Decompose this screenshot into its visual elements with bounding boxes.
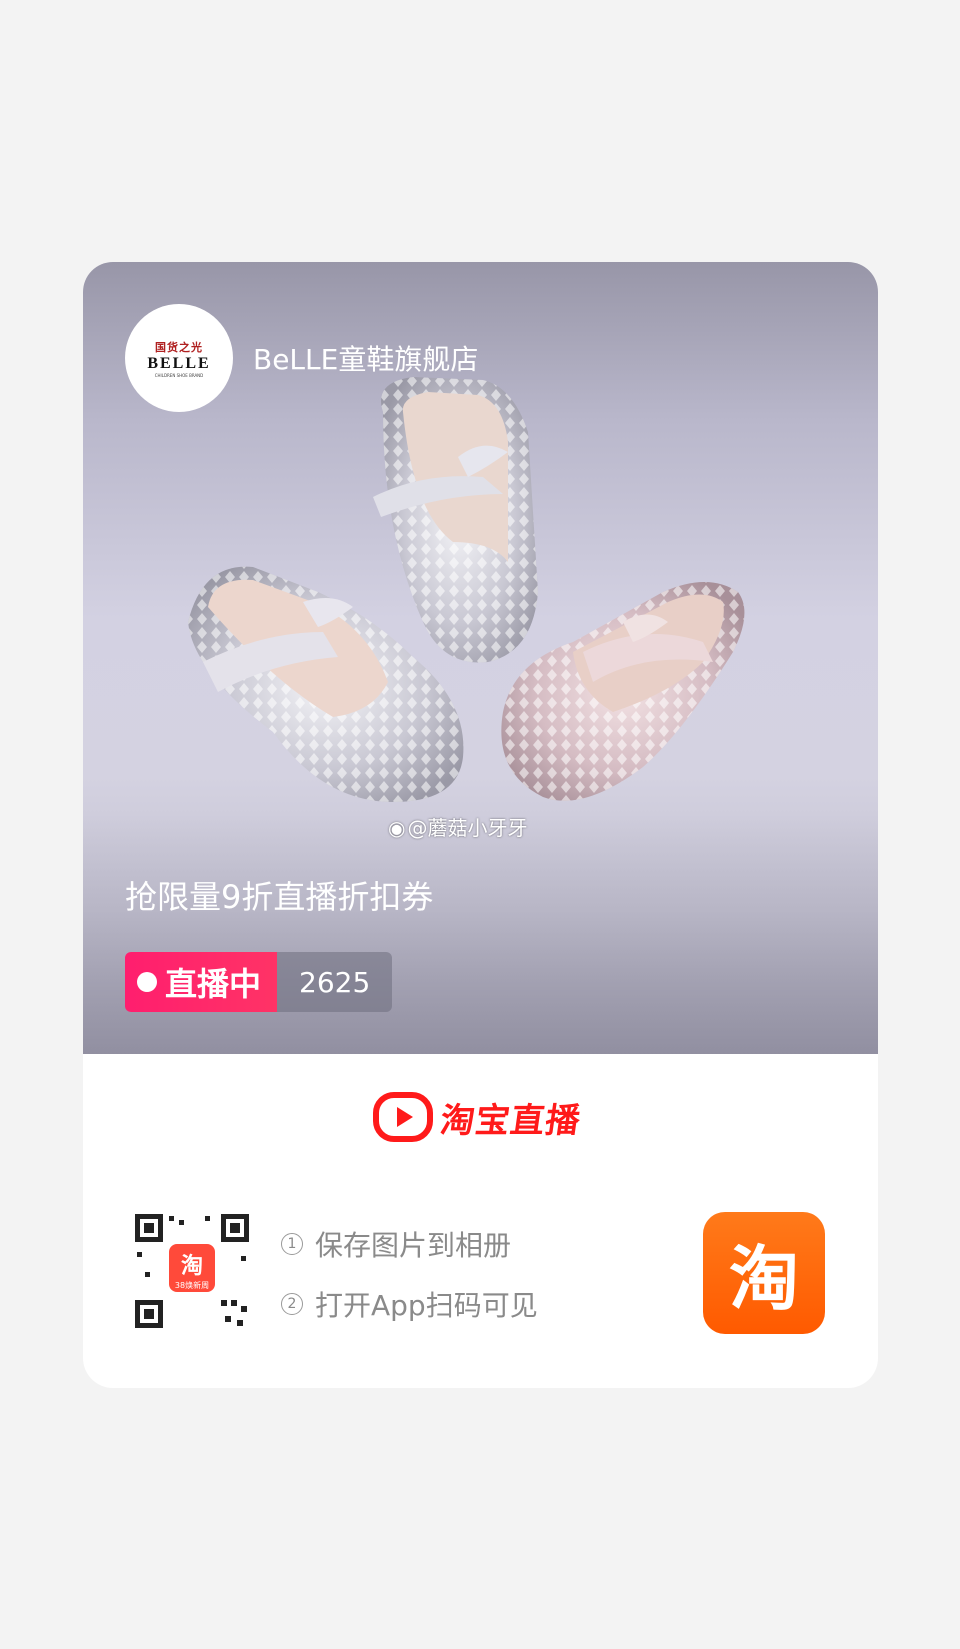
play-icon: [373, 1092, 433, 1142]
taobao-live-brand: 淘宝直播: [373, 1092, 583, 1142]
qr-center-sub: 38焕新周: [175, 1280, 209, 1290]
qr-code[interactable]: 淘 38焕新周: [133, 1212, 251, 1330]
live-status: 直播中: [125, 952, 278, 1012]
share-card: 国货之光 BELLE CHILDREN SHOE BRAND BeLLE童鞋旗舰…: [83, 262, 878, 1388]
logo-sub-text: CHILDREN SHOE BRAND: [154, 372, 204, 378]
logo-top-text: 国货之光: [155, 340, 203, 354]
watermark: ◉ @蘑菇小牙牙: [388, 812, 527, 841]
step-2-text: 打开App扫码可见: [315, 1289, 538, 1322]
viewer-count: 2625: [277, 952, 393, 1012]
store-logo[interactable]: 国货之光 BELLE CHILDREN SHOE BRAND: [125, 304, 233, 412]
taobao-app-label: 淘: [729, 1237, 799, 1320]
promo-title: 抢限量9折直播折扣券: [125, 878, 434, 916]
live-dot-icon: [137, 972, 157, 992]
instruction-step-1: 1 保存图片到相册: [281, 1224, 511, 1264]
hero-shadow: [83, 814, 878, 1054]
live-status-label: 直播中: [165, 965, 262, 1003]
taobao-app-icon[interactable]: 淘: [703, 1212, 825, 1334]
hero-image[interactable]: 国货之光 BELLE CHILDREN SHOE BRAND BeLLE童鞋旗舰…: [83, 262, 878, 1054]
logo-brand-text: BELLE: [147, 354, 211, 372]
weibo-icon: ◉: [388, 816, 406, 840]
qr-center-label: 淘: [181, 1253, 203, 1279]
watermark-text: @蘑菇小牙牙: [407, 816, 528, 840]
step-1-number: 1: [281, 1233, 303, 1255]
step-2-number: 2: [281, 1293, 303, 1315]
brand-name: 淘宝直播: [437, 1100, 584, 1141]
instruction-step-2: 2 打开App扫码可见: [281, 1284, 538, 1324]
live-badge[interactable]: 直播中 2625: [125, 952, 393, 1012]
step-1-text: 保存图片到相册: [315, 1229, 512, 1262]
store-name[interactable]: BeLLE童鞋旗舰店: [253, 338, 478, 378]
